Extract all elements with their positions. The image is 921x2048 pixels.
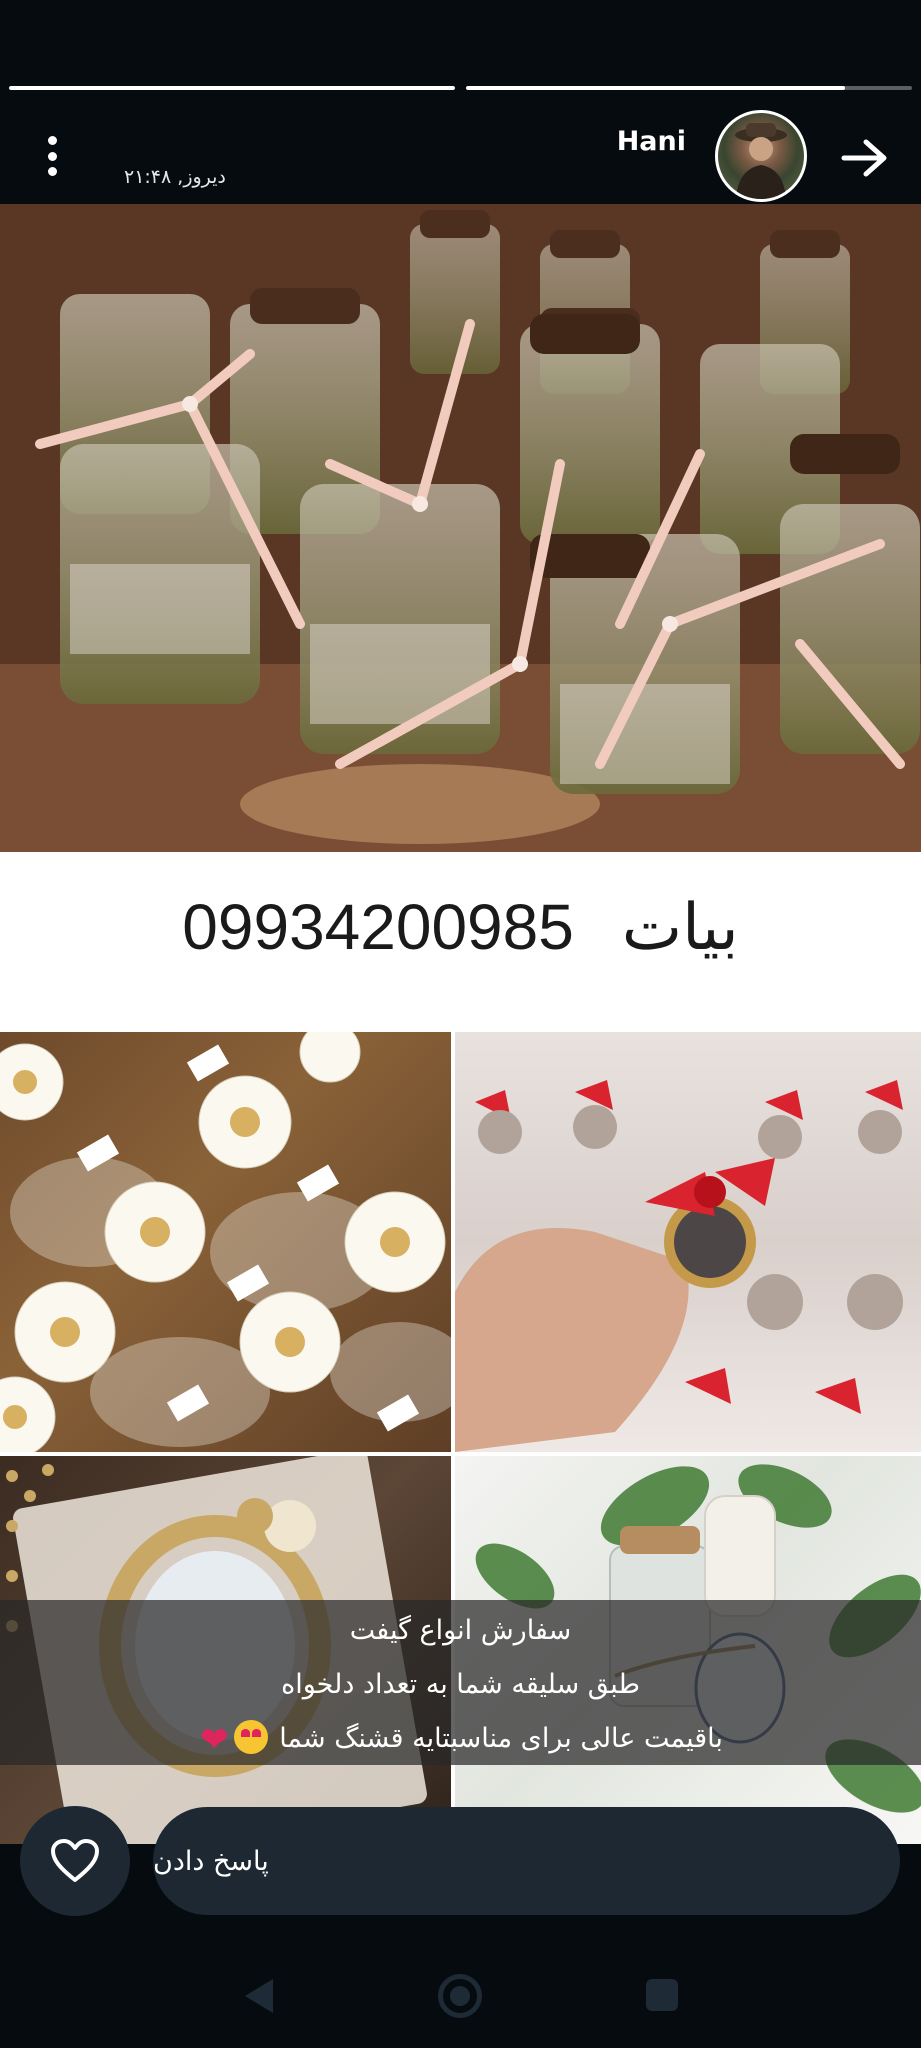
nav-back-icon[interactable]: [245, 1979, 273, 2013]
heart-outline-icon: [51, 1839, 99, 1882]
story-image[interactable]: بیات 09934200985: [0, 204, 921, 1844]
daisy-favors-photo: [0, 1032, 451, 1452]
progress-segment-2: [466, 86, 912, 90]
avatar[interactable]: [715, 110, 807, 202]
caption-line-3-text: باقیمت عالی برای مناسبتایه قشنگ شما: [279, 1723, 723, 1754]
progress-segment-1: [9, 86, 455, 90]
caption-line-3: باقیمت عالی برای مناسبتایه قشنگ شما ❤: [0, 1712, 921, 1767]
story-username[interactable]: Hani: [617, 126, 686, 157]
nav-home-icon[interactable]: [438, 1974, 482, 2018]
more-options-icon[interactable]: [38, 136, 66, 176]
nav-recents-icon[interactable]: [646, 1979, 678, 2011]
jars-photo: [0, 204, 921, 852]
red-heart-emoji-icon: ❤: [200, 1720, 229, 1760]
ornament-favors-photo: [455, 1032, 921, 1452]
progress-fill: [9, 86, 455, 90]
story-timestamp: دیروز, ۲۱:۴۸: [124, 166, 226, 188]
phone-number: 09934200985: [182, 891, 574, 963]
progress-fill: [466, 86, 846, 90]
heart-eyes-emoji-icon: [233, 1720, 268, 1754]
contact-name: بیات: [621, 891, 739, 963]
story-header: دیروز, ۲۱:۴۸ Hani: [0, 100, 921, 204]
story-caption: سفارش انواع گیفت طبق سلیقه شما به تعداد …: [0, 1600, 921, 1765]
caption-line-2: طبق سلیقه شما به تعداد دلخواه: [281, 1669, 640, 1700]
caption-line-1: سفارش انواع گیفت: [349, 1615, 572, 1646]
phone-banner: بیات 09934200985: [0, 890, 921, 965]
reply-input[interactable]: پاسخ دادن: [153, 1807, 900, 1915]
like-button[interactable]: [20, 1806, 130, 1916]
system-navigation-bar: [0, 1930, 921, 2048]
story-progress: [9, 86, 912, 92]
arrow-right-icon[interactable]: [840, 136, 890, 180]
reply-placeholder: پاسخ دادن: [153, 1845, 269, 1877]
